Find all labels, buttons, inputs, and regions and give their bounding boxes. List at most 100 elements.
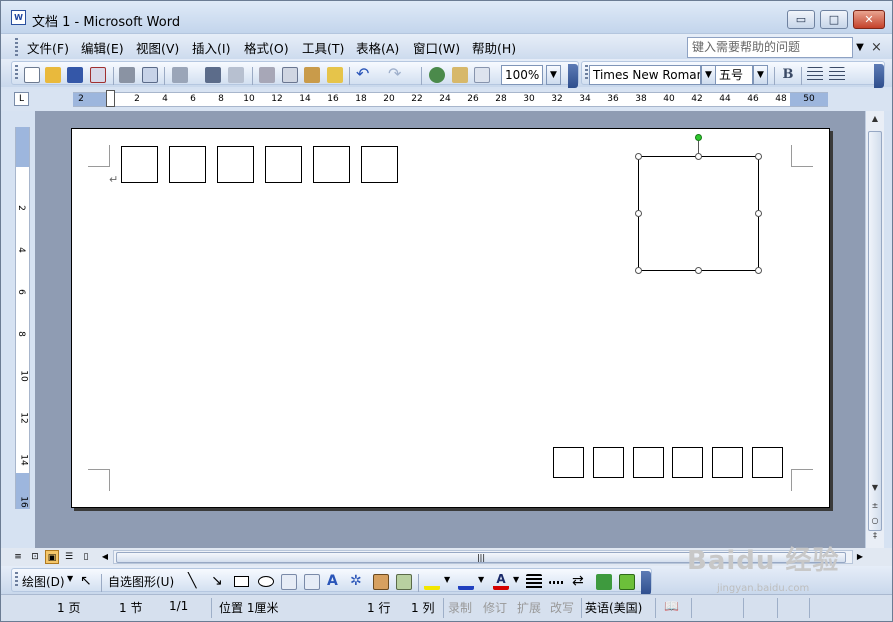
research-icon[interactable] [172, 67, 188, 83]
permission-icon[interactable] [90, 67, 106, 83]
resize-handle[interactable] [755, 153, 762, 160]
menu-tools[interactable]: 工具(T) [302, 38, 344, 57]
zoom-combo[interactable]: 100% [501, 65, 543, 85]
format-painter-icon[interactable] [327, 67, 343, 83]
toolbar-grip[interactable] [585, 65, 588, 81]
status-extend[interactable]: 扩展 [517, 599, 541, 616]
maximize-button[interactable]: □ [820, 10, 848, 29]
oval-icon[interactable] [258, 576, 274, 587]
translate-icon[interactable] [228, 67, 244, 83]
resize-handle[interactable] [695, 267, 702, 274]
outline-view-icon[interactable]: ☰ [62, 550, 76, 564]
menu-insert[interactable]: 插入(I) [192, 38, 230, 57]
scroll-right-icon[interactable]: ▶ [853, 550, 867, 564]
toolbar-options-icon[interactable] [568, 64, 578, 88]
bold-icon[interactable]: B [780, 67, 796, 83]
stamp-box[interactable] [638, 156, 759, 271]
status-overtype[interactable]: 改写 [550, 599, 574, 616]
select-browse-object-icon[interactable]: ○ [868, 516, 882, 525]
font-color-dropdown-icon[interactable]: ▼ [513, 575, 519, 584]
hyperlink-icon[interactable] [429, 67, 445, 83]
toolbar-grip[interactable] [15, 65, 18, 81]
menu-edit[interactable]: 编辑(E) [81, 38, 124, 57]
select-objects-icon[interactable]: ↖ [80, 574, 96, 590]
print-layout-icon[interactable]: ▣ [45, 550, 59, 564]
next-page-icon[interactable]: ‡ [868, 531, 882, 540]
menu-file[interactable]: 文件(F) [27, 38, 69, 57]
align-left-icon[interactable] [807, 67, 823, 83]
word-app-icon[interactable]: W [11, 10, 26, 25]
paste-icon[interactable] [304, 67, 320, 83]
resize-handle[interactable] [635, 210, 642, 217]
horizontal-ruler[interactable]: 2 2 4 6 8 10 12 14 16 18 20 22 24 26 28 30 32 34 36 38 40 42 4… [73, 90, 828, 107]
resize-handle[interactable] [755, 210, 762, 217]
menu-format[interactable]: 格式(O) [244, 38, 289, 57]
fill-color-icon[interactable] [424, 574, 440, 590]
font-size-combo[interactable]: 五号 [715, 65, 753, 85]
scroll-left-icon[interactable]: ◀ [98, 550, 112, 564]
previous-page-icon[interactable]: ± [868, 501, 882, 510]
resize-handle[interactable] [635, 153, 642, 160]
menu-view[interactable]: 视图(V) [136, 38, 179, 57]
postcode-box[interactable] [313, 146, 350, 183]
font-size-dropdown-icon[interactable]: ▼ [753, 65, 768, 85]
minimize-button[interactable]: ▭ [787, 10, 815, 29]
sender-postcode-box[interactable] [672, 447, 703, 478]
text-box-icon[interactable] [281, 574, 297, 590]
draw-dropdown-icon[interactable]: ▼ [67, 574, 73, 583]
sender-postcode-box[interactable] [712, 447, 743, 478]
web-layout-icon[interactable]: ⊡ [28, 550, 42, 564]
font-name-combo[interactable]: Times New Roman [589, 65, 701, 85]
menu-help[interactable]: 帮助(H) [472, 38, 516, 57]
postcode-box[interactable] [361, 146, 398, 183]
rectangle-icon[interactable] [234, 576, 249, 587]
vertical-ruler[interactable]: 2 4 6 8 10 12 14 16 [15, 127, 30, 509]
dash-style-icon[interactable] [549, 581, 565, 584]
status-record[interactable]: 录制 [448, 599, 472, 616]
close-button[interactable]: ✕ [853, 10, 885, 29]
indent-marker[interactable] [106, 90, 115, 107]
font-name-dropdown-icon[interactable]: ▼ [701, 65, 716, 85]
line-color-icon[interactable] [458, 574, 474, 590]
line-color-dropdown-icon[interactable]: ▼ [478, 575, 484, 584]
status-track-changes[interactable]: 修订 [483, 599, 507, 616]
sender-postcode-box[interactable] [752, 447, 783, 478]
sender-postcode-box[interactable] [593, 447, 624, 478]
resize-handle[interactable] [755, 267, 762, 274]
postcode-box[interactable] [121, 146, 158, 183]
reading-layout-icon[interactable]: ▯ [79, 550, 93, 564]
picture-icon[interactable] [396, 574, 412, 590]
help-search-input[interactable]: 键入需要帮助的问题 [687, 37, 853, 58]
postcode-box[interactable] [217, 146, 254, 183]
sender-postcode-box[interactable] [633, 447, 664, 478]
clip-art-icon[interactable] [373, 574, 389, 590]
diagram-icon[interactable]: ✲ [350, 574, 366, 590]
3d-style-icon[interactable] [619, 574, 635, 590]
toolbar-options-icon[interactable] [874, 64, 884, 88]
print-preview-icon[interactable] [142, 67, 158, 83]
undo-icon[interactable]: ↶ [356, 66, 372, 83]
menu-table[interactable]: 表格(A) [356, 38, 399, 57]
new-document-icon[interactable] [24, 67, 40, 83]
arrow-style-icon[interactable]: ⇄ [572, 574, 588, 590]
arrow-icon[interactable]: ↘ [211, 574, 227, 590]
line-style-icon[interactable] [526, 574, 542, 590]
tab-selector[interactable]: L [14, 92, 29, 106]
spelling-status-icon[interactable]: 📖 [664, 599, 679, 613]
autoshapes-menu-button[interactable]: 自选图形(U) [108, 573, 174, 590]
tables-borders-icon[interactable] [452, 67, 468, 83]
save-icon[interactable] [67, 67, 83, 83]
postcode-box[interactable] [169, 146, 206, 183]
vertical-scroll-thumb[interactable] [868, 131, 882, 531]
resize-handle[interactable] [635, 267, 642, 274]
postcode-box[interactable] [265, 146, 302, 183]
open-icon[interactable] [45, 67, 61, 83]
line-icon[interactable]: ╲ [188, 574, 204, 590]
font-color-icon[interactable]: A [493, 573, 509, 590]
fill-color-dropdown-icon[interactable]: ▼ [444, 575, 450, 584]
menubar-grip[interactable] [15, 38, 18, 56]
scroll-down-icon[interactable]: ▼ [868, 483, 882, 492]
spelling-icon[interactable] [205, 67, 221, 83]
zoom-dropdown-icon[interactable]: ▼ [546, 65, 561, 85]
toolbar-grip[interactable] [15, 572, 18, 588]
